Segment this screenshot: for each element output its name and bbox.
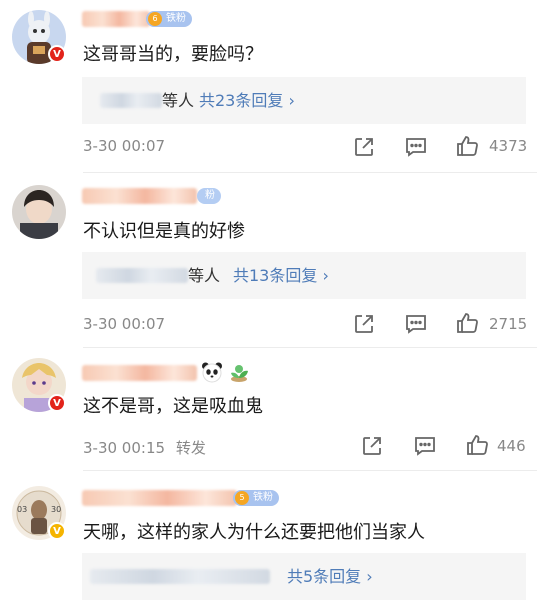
svg-text:03: 03	[17, 505, 27, 514]
username-blurred[interactable]	[82, 490, 237, 506]
comment-icon[interactable]	[413, 434, 437, 458]
username-blurred[interactable]	[82, 365, 197, 381]
comment-time: 3-30 00:07	[83, 315, 166, 333]
reply-preview[interactable]: 共5条回复 ›	[82, 553, 526, 600]
username-blurred[interactable]	[82, 11, 150, 27]
like-count: 4373	[489, 137, 528, 155]
reply-count-link[interactable]: 共23条回复 ›	[199, 77, 295, 124]
reply-preview[interactable]: 等人 共13条回复 ›	[82, 252, 526, 299]
divider	[83, 470, 537, 471]
comment-icon[interactable]	[404, 312, 428, 336]
reply-who: 等人	[188, 266, 221, 285]
like-count: 2715	[489, 315, 528, 333]
share-icon[interactable]	[352, 135, 376, 159]
comment-icon[interactable]	[404, 135, 428, 159]
comment-text: 这不是哥，这是吸血鬼	[83, 396, 263, 417]
comment-time-value: 3-30 00:15	[83, 439, 166, 457]
repost-label[interactable]: 转发	[176, 439, 206, 457]
comment-text: 天哪，这样的家人为什么还要把他们当家人	[83, 522, 425, 543]
reply-who: 等人	[162, 91, 195, 110]
like-icon[interactable]	[456, 311, 480, 335]
divider	[83, 347, 537, 348]
like-icon[interactable]	[456, 134, 480, 158]
share-icon[interactable]	[360, 434, 384, 458]
comment-text: 不认识但是真的好惨	[83, 221, 245, 242]
comment-time: 3-30 00:15 转发	[83, 437, 206, 458]
reply-count-link[interactable]: 共13条回复 ›	[233, 252, 329, 299]
plant-emoji	[231, 365, 248, 382]
fan-badge-label: 铁粉	[166, 13, 186, 24]
fan-badge-label: 铁粉	[253, 492, 273, 503]
divider	[83, 172, 537, 173]
share-icon[interactable]	[352, 312, 376, 336]
panda-emoji	[202, 362, 222, 383]
like-count: 446	[497, 437, 526, 455]
fan-level: 6	[148, 12, 162, 26]
verified-badge: V	[48, 394, 66, 412]
avatar[interactable]	[12, 185, 66, 239]
reply-users-blurred	[100, 93, 162, 108]
reply-users-blurred	[90, 569, 270, 584]
fan-badge-label: 粉	[205, 190, 215, 201]
reply-count-link[interactable]: 共5条回复 ›	[287, 553, 373, 600]
comment-text: 这哥哥当的，要脸吗？	[83, 44, 263, 65]
svg-text:30: 30	[51, 505, 61, 514]
verified-badge: V	[48, 45, 66, 63]
fan-level: 5	[235, 491, 249, 505]
reply-users-blurred	[96, 268, 188, 283]
username-blurred[interactable]	[82, 188, 197, 204]
comment-time: 3-30 00:07	[83, 137, 166, 155]
fan-badge: 5 铁粉	[233, 490, 279, 506]
verified-badge: V	[48, 522, 66, 540]
reply-preview[interactable]: 等人 共23条回复 ›	[82, 77, 526, 124]
like-icon[interactable]	[466, 433, 490, 457]
fan-badge: 粉	[197, 188, 221, 204]
fan-badge: 6 铁粉	[146, 11, 192, 27]
